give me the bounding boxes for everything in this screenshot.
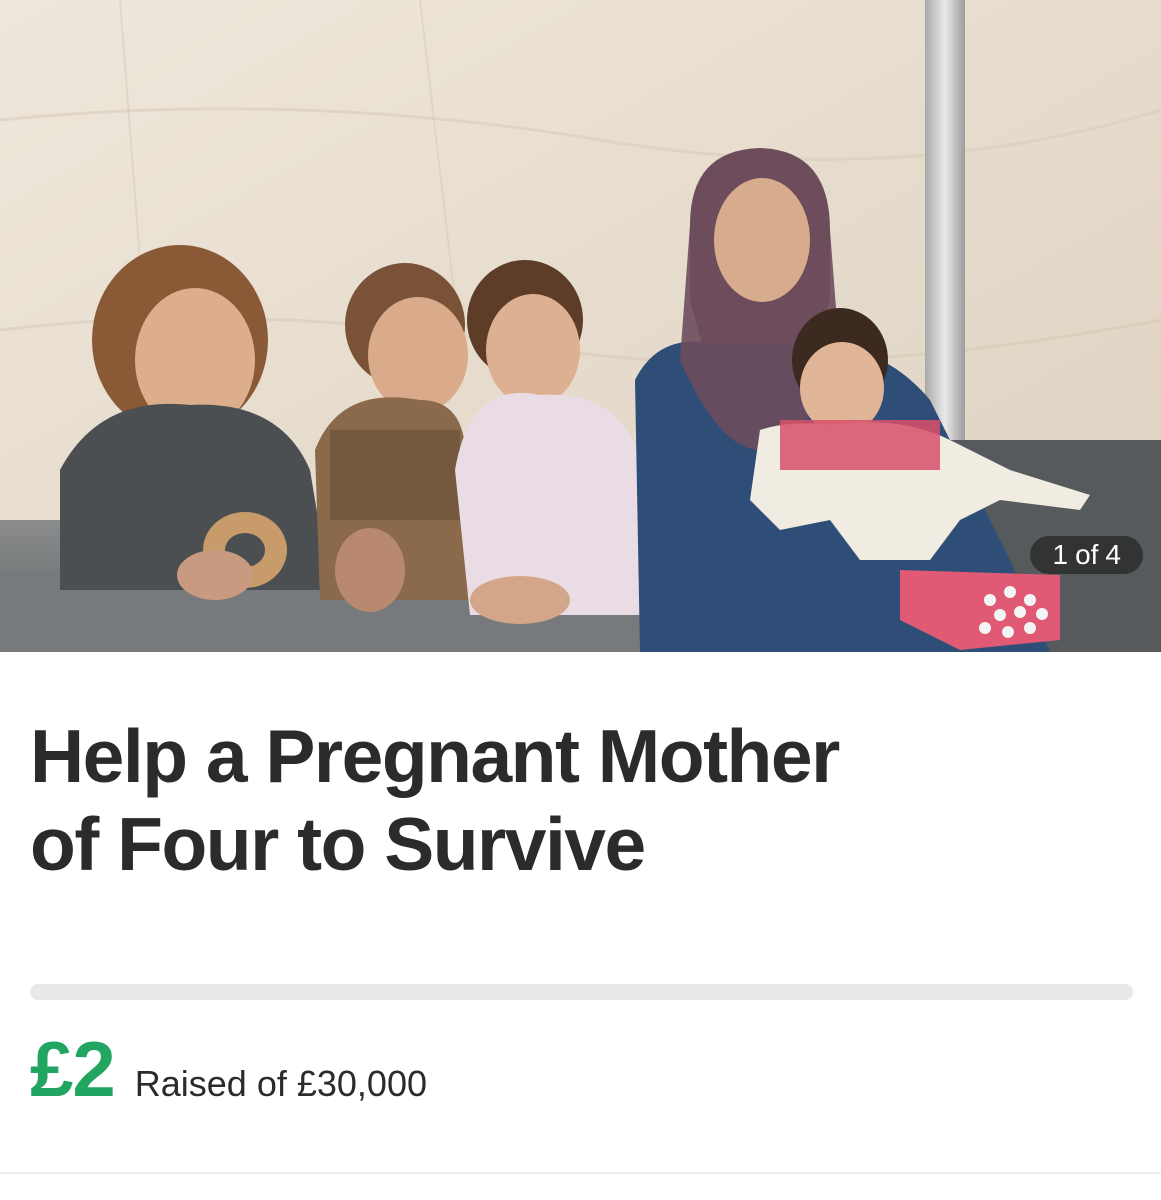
gallery-current-index: 1 — [1052, 539, 1069, 570]
raised-amount: £2 — [30, 1025, 116, 1113]
fundraising-progress-bar — [30, 984, 1133, 1000]
gallery-total-count: 4 — [1105, 539, 1121, 570]
gallery-counter: 1 of 4 — [1030, 536, 1143, 574]
campaign-title-line-2: of Four to Survive — [30, 802, 646, 886]
raised-summary: £2 Raised of £30,000 — [30, 1024, 427, 1114]
campaign-photo[interactable]: 1 of 4 — [0, 0, 1161, 652]
campaign-title: Help a Pregnant Mother of Four to Surviv… — [30, 712, 1130, 888]
gallery-separator: of — [1075, 539, 1099, 570]
raised-goal-label: Raised of £30,000 — [134, 1063, 427, 1104]
campaign-title-line-1: Help a Pregnant Mother — [30, 714, 840, 798]
section-divider — [0, 1172, 1161, 1174]
family-photo-illustration — [0, 0, 1161, 652]
